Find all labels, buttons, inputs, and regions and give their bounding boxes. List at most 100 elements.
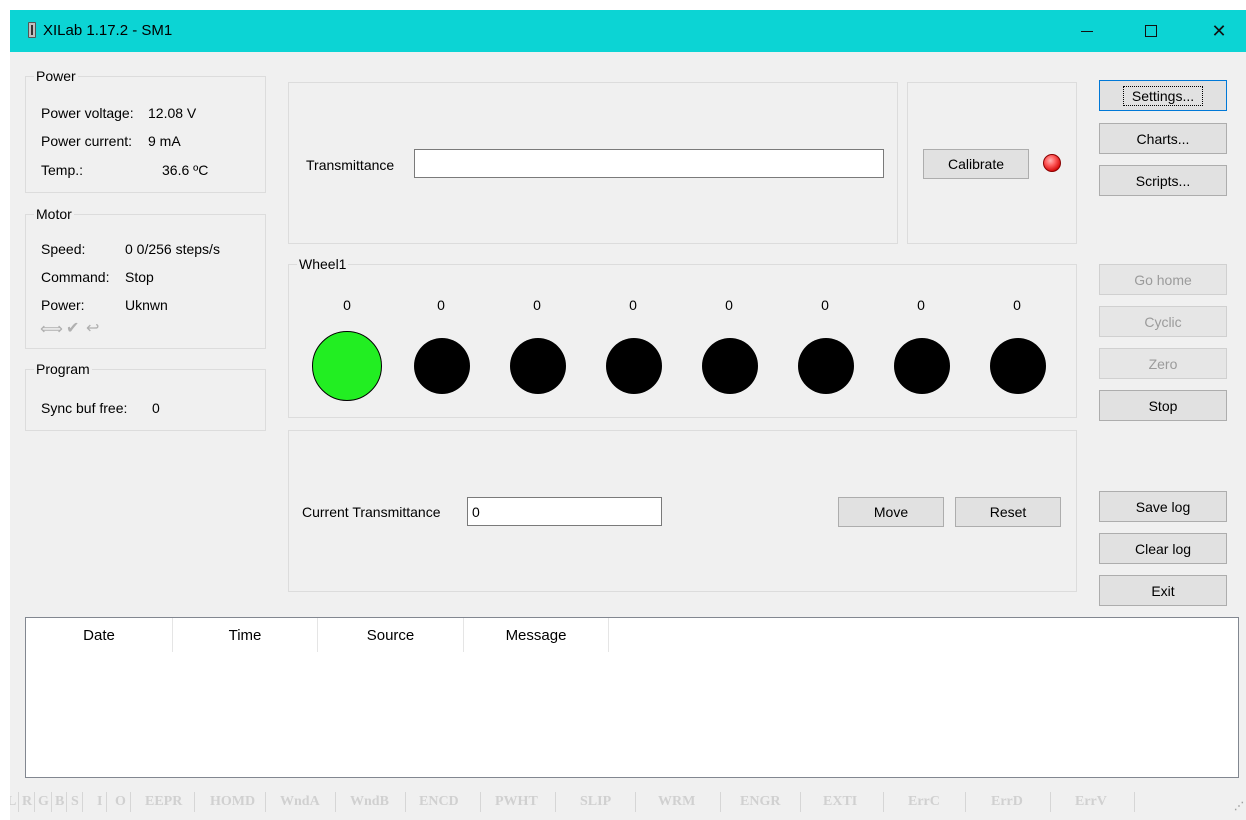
wheel-count-6: 0 — [821, 297, 829, 313]
status-separator — [82, 792, 83, 812]
exit-button[interactable]: Exit — [1099, 575, 1227, 606]
status-wndb: WndB — [350, 794, 389, 809]
sync-buf-value: 0 — [152, 400, 160, 416]
command-label: Command: — [41, 269, 110, 285]
transmittance-panel: Transmittance — [288, 82, 898, 244]
wheel-count-5: 0 — [725, 297, 733, 313]
reset-button[interactable]: Reset — [955, 497, 1061, 527]
wheel-position-8[interactable] — [990, 338, 1046, 394]
power-current-label: Power current: — [41, 133, 133, 149]
resize-grip-icon[interactable]: ⋰ — [1234, 801, 1244, 812]
wheel-position-5[interactable] — [702, 338, 758, 394]
wheel-position-6[interactable] — [798, 338, 854, 394]
scripts-button[interactable]: Scripts... — [1099, 165, 1227, 196]
wheel-position-3[interactable] — [510, 338, 566, 394]
log-column-date[interactable]: Date — [26, 618, 173, 652]
app-icon — [28, 22, 36, 38]
status-wrm: WRM — [658, 794, 696, 809]
settings-button[interactable]: Settings... — [1099, 80, 1227, 111]
save-log-button[interactable]: Save log — [1099, 491, 1227, 522]
minimize-icon — [1081, 30, 1093, 32]
temp-value: 36.6 ºC — [162, 162, 209, 178]
sync-buf-label: Sync buf free: — [41, 400, 128, 416]
calibrate-button[interactable]: Calibrate — [923, 149, 1029, 179]
program-group: Program Sync buf free: 0 — [25, 361, 266, 431]
status-separator — [130, 792, 131, 812]
log-column-time[interactable]: Time — [173, 618, 318, 652]
status-separator — [965, 792, 966, 812]
title-bar[interactable]: XILab 1.17.2 - SM1 ✕ — [10, 10, 1246, 52]
window-title: XILab 1.17.2 - SM1 — [43, 22, 173, 39]
wheel-count-4: 0 — [629, 297, 637, 313]
current-transmittance-panel: Current Transmittance 0 Move Reset — [288, 430, 1077, 592]
speed-label: Speed: — [41, 241, 86, 257]
status-separator — [1050, 792, 1051, 812]
status-separator — [635, 792, 636, 812]
wheel-position-7[interactable] — [894, 338, 950, 394]
stop-button[interactable]: Stop — [1099, 390, 1227, 421]
status-pwht: PWHT — [495, 794, 538, 809]
minimize-button[interactable] — [1064, 10, 1110, 52]
wheel-count-7: 0 — [917, 297, 925, 313]
log-column-message[interactable]: Message — [464, 618, 609, 652]
wheel-position-2[interactable] — [414, 338, 470, 394]
status-separator — [265, 792, 266, 812]
wheel-group: Wheel1 0 0 0 0 0 0 0 0 — [288, 256, 1077, 418]
power-voltage-label: Power voltage: — [41, 105, 134, 121]
settings-button-label: Settings... — [1122, 85, 1204, 106]
maximize-icon — [1145, 25, 1157, 37]
motor-power-label: Power: — [41, 297, 85, 313]
wheel-position-4[interactable] — [606, 338, 662, 394]
go-home-button[interactable]: Go home — [1099, 264, 1227, 295]
status-errv: ErrV — [1075, 794, 1107, 809]
status-separator — [34, 792, 35, 812]
close-button[interactable]: ✕ — [1196, 10, 1242, 52]
log-table[interactable]: Date Time Source Message — [25, 617, 1239, 778]
status-separator — [405, 792, 406, 812]
transmittance-input[interactable] — [414, 149, 884, 178]
status-separator — [66, 792, 67, 812]
status-g: G — [38, 794, 49, 809]
status-separator — [555, 792, 556, 812]
check-icon: ✔ — [66, 320, 80, 337]
wheel-position-1[interactable] — [312, 331, 382, 401]
speed-value: 0 0/256 steps/s — [125, 241, 220, 257]
power-group: Power Power voltage: 12.08 V Power curre… — [25, 68, 266, 193]
status-s: S — [71, 794, 79, 809]
status-l: L — [10, 794, 17, 809]
undo-icon: ↩ — [86, 320, 100, 337]
power-current-value: 9 mA — [148, 133, 181, 149]
status-errd: ErrD — [991, 794, 1023, 809]
status-separator — [194, 792, 195, 812]
status-i: I — [97, 794, 103, 809]
status-engr: ENGR — [740, 794, 781, 809]
current-transmittance-input[interactable]: 0 — [467, 497, 662, 526]
cyclic-button[interactable]: Cyclic — [1099, 306, 1227, 337]
log-column-source[interactable]: Source — [318, 618, 464, 652]
wheel-count-2: 0 — [437, 297, 445, 313]
charts-button[interactable]: Charts... — [1099, 123, 1227, 154]
status-eepr: EEPR — [145, 794, 183, 809]
command-value: Stop — [125, 269, 154, 285]
motor-power-value: Uknwn — [125, 297, 168, 313]
temp-label: Temp.: — [41, 162, 84, 178]
status-separator — [1134, 792, 1135, 812]
status-errc: ErrC — [908, 794, 940, 809]
calibration-led-indicator — [1043, 154, 1061, 172]
status-r: R — [22, 794, 33, 809]
move-button[interactable]: Move — [838, 497, 944, 527]
zero-button[interactable]: Zero — [1099, 348, 1227, 379]
program-legend: Program — [34, 361, 92, 377]
wheel-count-3: 0 — [533, 297, 541, 313]
status-separator — [51, 792, 52, 812]
status-bar: L R G B S I O EEPR HOMD WndA WndB ENCD P… — [10, 790, 1246, 814]
maximize-button[interactable] — [1128, 10, 1174, 52]
motor-group: Motor Speed: 0 0/256 steps/s Command: St… — [25, 206, 266, 349]
status-slip: SLIP — [580, 794, 612, 809]
wheel-legend: Wheel1 — [297, 256, 349, 272]
motor-legend: Motor — [34, 206, 74, 222]
status-separator — [800, 792, 801, 812]
wheel-count-1: 0 — [343, 297, 351, 313]
wheel-count-8: 0 — [1013, 297, 1021, 313]
clear-log-button[interactable]: Clear log — [1099, 533, 1227, 564]
